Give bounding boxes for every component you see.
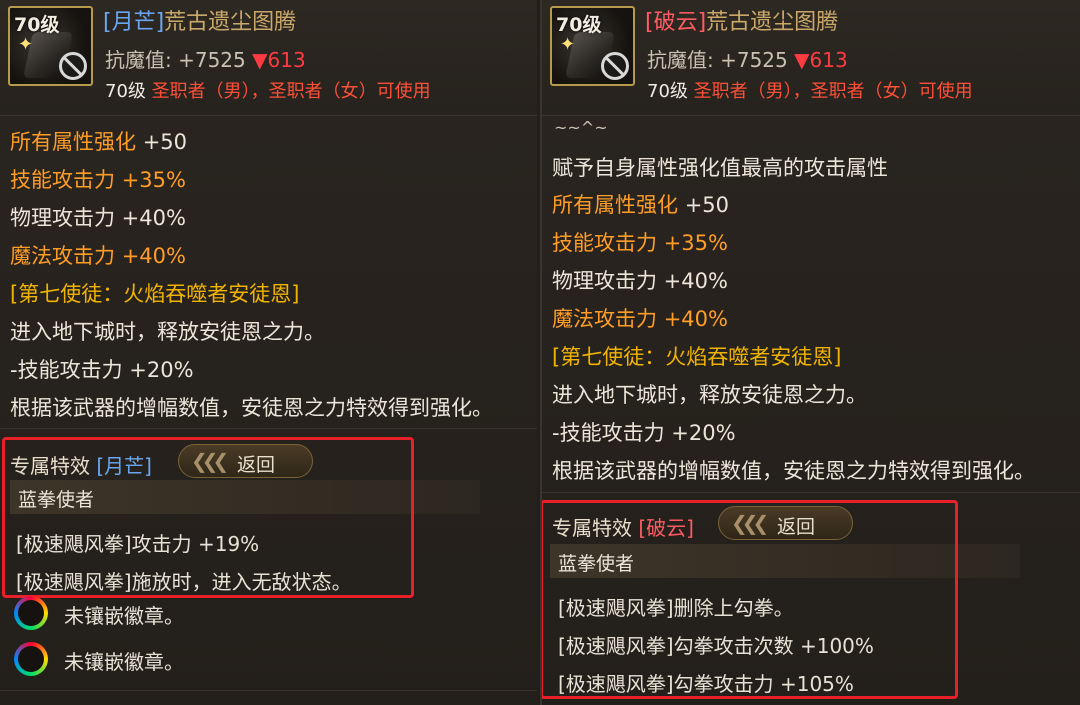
stat-line: 物理攻击力 +40% xyxy=(10,206,186,230)
stat-line: 所有属性强化 +50 xyxy=(552,193,730,217)
stat-line: -技能攻击力 +20% xyxy=(10,358,194,382)
item-name: [破云]荒古遗尘图腾 xyxy=(645,4,838,36)
item-name-tag: [破云] xyxy=(645,10,707,35)
socket-text: 未镶嵌徽章。 xyxy=(64,604,184,628)
stat-line: 根据该武器的增幅数值，安徒恩之力特效得到强化。 xyxy=(552,459,1035,483)
stat-line: -技能攻击力 +20% xyxy=(552,421,736,445)
item-name-text: 荒古遗尘图腾 xyxy=(706,10,839,35)
item-tooltip-left: ✦ 70级 [月芒]荒古遗尘图腾 抗魔值: +7525 ▼613 70级 圣职者… xyxy=(0,0,537,705)
grant-attribute-text: 赋予自身属性强化值最高的攻击属性 xyxy=(552,156,888,180)
wave-ornament: ~~^~ xyxy=(554,118,608,137)
tooltip-header: ✦ 70级 [月芒]荒古遗尘图腾 抗魔值: +7525 ▼613 70级 圣职者… xyxy=(0,0,537,116)
prohibited-icon xyxy=(601,52,629,80)
prohibited-icon xyxy=(59,52,87,80)
stat-line: 进入地下城时，释放安徒恩之力。 xyxy=(10,320,325,344)
usable-level: 70级 xyxy=(647,81,688,102)
usable-level: 70级 xyxy=(105,81,146,102)
magic-resist: 抗魔值: +7525 ▼613 xyxy=(647,44,848,73)
sparkle-icon: ✦ xyxy=(560,34,576,55)
magic-resist: 抗魔值: +7525 ▼613 xyxy=(105,44,306,73)
stat-line: 所有属性强化 +50 xyxy=(10,130,188,154)
divider xyxy=(0,428,537,429)
tooltip-header: ✦ 70级 [破云]荒古遗尘图腾 抗魔值: +7525 ▼613 70级 圣职者… xyxy=(542,0,1080,116)
emblem-socket-icon[interactable] xyxy=(14,642,48,676)
stat-line: 魔法攻击力 +40% xyxy=(552,307,728,331)
item-name: [月芒]荒古遗尘图腾 xyxy=(103,4,296,36)
item-level-badge: 70级 xyxy=(14,14,60,36)
item-name-text: 荒古遗尘图腾 xyxy=(164,10,297,35)
usable-classes: 圣职者（男），圣职者（女）可使用 xyxy=(151,81,431,102)
resist-label: 抗魔值: +7525 xyxy=(647,48,788,72)
stat-line: 物理攻击力 +40% xyxy=(552,269,728,293)
stat-line: 技能攻击力 +35% xyxy=(10,168,186,192)
socket-text: 未镶嵌徽章。 xyxy=(64,650,184,674)
item-icon[interactable]: ✦ 70级 xyxy=(8,6,93,86)
resist-label: 抗魔值: +7525 xyxy=(105,48,246,72)
stat-line: 根据该武器的增幅数值，安徒恩之力特效得到强化。 xyxy=(10,396,493,420)
divider xyxy=(0,690,537,691)
highlight-box xyxy=(542,500,958,699)
item-icon[interactable]: ✦ 70级 xyxy=(550,6,635,86)
usable-classes: 圣职者（男），圣职者（女）可使用 xyxy=(693,81,973,102)
sparkle-icon: ✦ xyxy=(18,34,34,55)
item-tooltip-right: ✦ 70级 [破云]荒古遗尘图腾 抗魔值: +7525 ▼613 70级 圣职者… xyxy=(540,0,1080,705)
usable-by: 70级 圣职者（男），圣职者（女）可使用 xyxy=(105,77,431,103)
item-level-badge: 70级 xyxy=(556,14,602,36)
highlight-box xyxy=(2,437,414,598)
emblem-socket-icon[interactable] xyxy=(14,596,48,630)
stat-line: 魔法攻击力 +40% xyxy=(10,244,186,268)
resist-delta: ▼613 xyxy=(794,48,848,72)
divider xyxy=(542,492,1080,493)
apostle-title: [第七使徒：火焰吞噬者安徒恩] xyxy=(10,282,300,306)
usable-by: 70级 圣职者（男），圣职者（女）可使用 xyxy=(647,77,973,103)
stat-line: 进入地下城时，释放安徒恩之力。 xyxy=(552,383,867,407)
apostle-title: [第七使徒：火焰吞噬者安徒恩] xyxy=(552,345,842,369)
resist-delta: ▼613 xyxy=(252,48,306,72)
item-name-tag: [月芒] xyxy=(103,10,165,35)
stat-line: 技能攻击力 +35% xyxy=(552,231,728,255)
